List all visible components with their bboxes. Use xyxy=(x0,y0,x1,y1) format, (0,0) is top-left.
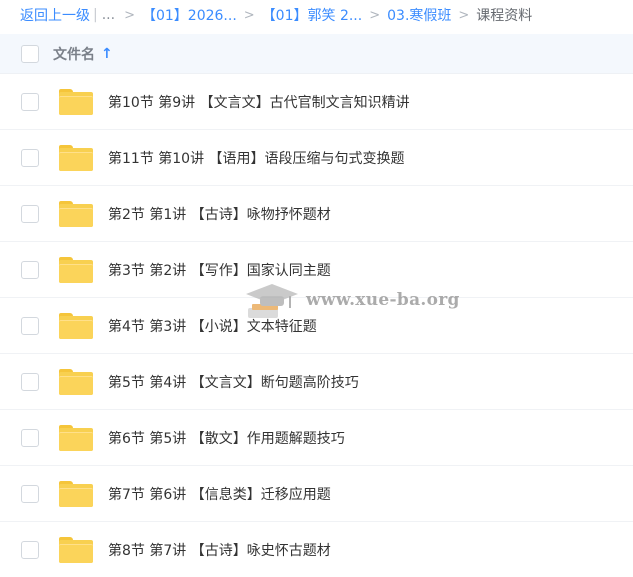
file-row[interactable]: 第4节 第3讲 【小说】文本特征题 xyxy=(0,298,633,354)
row-checkbox[interactable] xyxy=(21,260,39,279)
row-checkbox[interactable] xyxy=(21,316,39,335)
select-all-checkbox[interactable] xyxy=(21,44,39,63)
breadcrumb: 返回上一级 | ... > 【01】2026... > 【01】郭笑 2... … xyxy=(0,0,633,30)
folder-icon xyxy=(59,480,93,507)
chevron-right-icon: > xyxy=(243,7,255,23)
row-checkbox[interactable] xyxy=(21,148,39,167)
sort-ascending-icon[interactable]: ↑ xyxy=(101,46,113,62)
file-list-header: 文件名 ↑ xyxy=(0,34,633,74)
file-row[interactable]: 第6节 第5讲 【散文】作用题解题技巧 xyxy=(0,410,633,466)
row-checkbox[interactable] xyxy=(21,484,39,503)
chevron-right-icon: > xyxy=(124,7,135,23)
folder-icon xyxy=(59,424,93,451)
folder-icon xyxy=(59,144,93,171)
row-checkbox[interactable] xyxy=(21,372,39,391)
column-header-filename[interactable]: 文件名 xyxy=(53,44,95,64)
folder-icon xyxy=(59,312,93,339)
file-row[interactable]: 第11节 第10讲 【语用】语段压缩与句式变换题 xyxy=(0,130,633,186)
row-checkbox[interactable] xyxy=(21,92,39,111)
file-row[interactable]: 第8节 第7讲 【古诗】咏史怀古题材 xyxy=(0,522,633,577)
file-row[interactable]: 第5节 第4讲 【文言文】断句题高阶技巧 xyxy=(0,354,633,410)
chevron-right-icon: > xyxy=(369,7,381,23)
folder-icon xyxy=(59,256,93,283)
file-row[interactable]: 第7节 第6讲 【信息类】迁移应用题 xyxy=(0,466,633,522)
file-row[interactable]: 第3节 第2讲 【写作】国家认同主题 xyxy=(0,242,633,298)
row-checkbox[interactable] xyxy=(21,428,39,447)
file-name[interactable]: 第11节 第10讲 【语用】语段压缩与句式变换题 xyxy=(108,148,405,168)
folder-icon xyxy=(59,536,93,563)
breadcrumb-current: 课程资料 xyxy=(476,8,533,24)
folder-icon xyxy=(59,200,93,227)
folder-icon xyxy=(59,88,93,115)
row-checkbox[interactable] xyxy=(21,204,39,223)
file-name[interactable]: 第7节 第6讲 【信息类】迁移应用题 xyxy=(108,484,331,504)
back-link[interactable]: 返回上一级 xyxy=(20,5,90,25)
file-list: 第10节 第9讲 【文言文】古代官制文言知识精讲 第11节 第10讲 【语用】语段… xyxy=(0,74,633,577)
breadcrumb-item-winter-class[interactable]: 03.寒假班 xyxy=(387,5,451,25)
file-name[interactable]: 第10节 第9讲 【文言文】古代官制文言知识精讲 xyxy=(108,92,410,112)
file-row[interactable]: 第2节 第1讲 【古诗】咏物抒怀题材 xyxy=(0,186,633,242)
file-name[interactable]: 第3节 第2讲 【写作】国家认同主题 xyxy=(108,260,331,280)
file-row[interactable]: 第10节 第9讲 【文言文】古代官制文言知识精讲 xyxy=(0,74,633,130)
file-name[interactable]: 第4节 第3讲 【小说】文本特征题 xyxy=(108,316,317,336)
file-name[interactable]: 第5节 第4讲 【文言文】断句题高阶技巧 xyxy=(108,372,359,392)
breadcrumb-item-2026[interactable]: 【01】2026... xyxy=(142,5,237,25)
file-name[interactable]: 第8节 第7讲 【古诗】咏史怀古题材 xyxy=(108,540,331,560)
file-name[interactable]: 第6节 第5讲 【散文】作用题解题技巧 xyxy=(108,428,345,448)
breadcrumb-ellipsis[interactable]: ... xyxy=(102,7,115,23)
breadcrumb-item-teacher[interactable]: 【01】郭笑 2... xyxy=(262,5,363,25)
breadcrumb-divider: | xyxy=(93,7,98,23)
row-checkbox[interactable] xyxy=(21,540,39,559)
folder-icon xyxy=(59,368,93,395)
file-name[interactable]: 第2节 第1讲 【古诗】咏物抒怀题材 xyxy=(108,204,331,224)
chevron-right-icon: > xyxy=(458,7,470,23)
